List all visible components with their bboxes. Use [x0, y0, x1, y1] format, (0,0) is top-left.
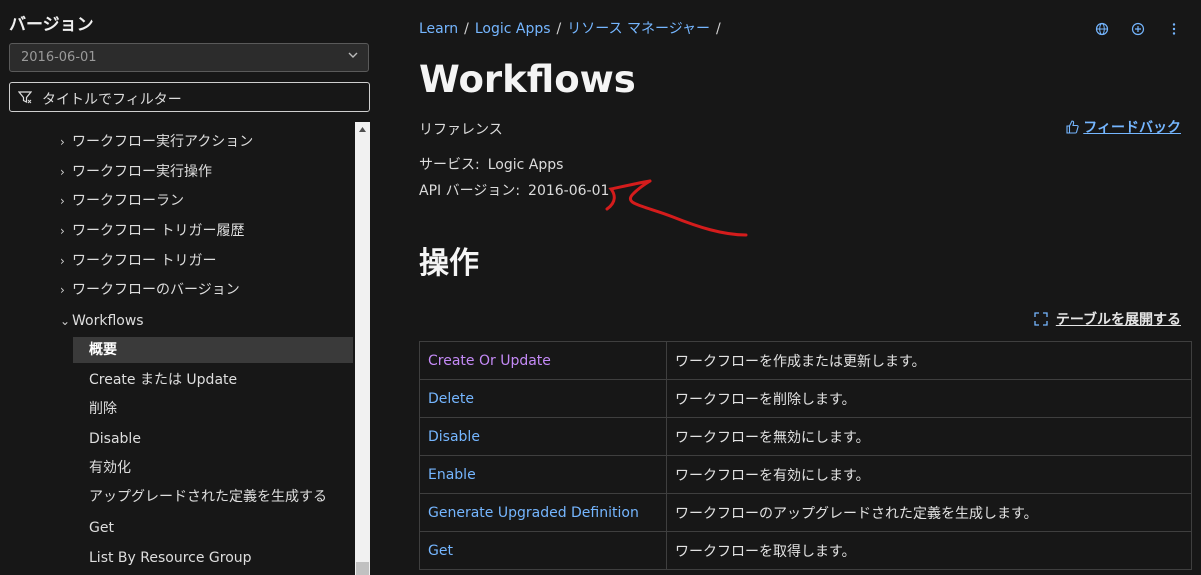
red-annotation-arrow — [605, 179, 748, 237]
chevron-right-icon: › — [60, 135, 65, 149]
toc-scrollbar[interactable] — [355, 122, 370, 575]
service-info: サービス: Logic Apps — [419, 154, 563, 174]
sidebar: バージョン 2016-06-01 タイトルでフィルター › ワークフロー実行アクシ… — [0, 0, 381, 575]
chevron-right-icon: › — [60, 254, 65, 268]
globe-icon[interactable] — [1094, 21, 1110, 37]
operation-description: ワークフローを取得します。 — [666, 531, 1192, 570]
table-row: Create Or Update ワークフローを作成または更新します。 — [419, 341, 1192, 380]
toc-item-overview[interactable]: 概要 — [73, 337, 353, 363]
operation-description: ワークフローのアップグレードされた定義を生成します。 — [666, 493, 1192, 532]
toc-item-create-or-update[interactable]: Create または Update — [89, 367, 237, 393]
breadcrumb: Learn / Logic Apps / リソース マネージャー / — [419, 21, 721, 37]
more-options-icon[interactable] — [1166, 21, 1182, 37]
toc-item-workflow-versions[interactable]: › ワークフローのバージョン — [60, 277, 240, 303]
expand-icon — [1034, 312, 1048, 326]
toc-item-workflow-trigger-histories[interactable]: › ワークフロー トリガー履歴 — [60, 218, 244, 244]
version-value: 2016-06-01 — [21, 50, 97, 65]
table-of-contents: › ワークフロー実行アクション › ワークフロー実行操作 › ワークフローラン › ワー… — [0, 122, 355, 575]
toc-item-list-by-resource-group[interactable]: List By Resource Group — [89, 545, 252, 571]
page-title: Workflows — [419, 58, 636, 101]
toc-item-workflow-runs[interactable]: › ワークフローラン — [60, 188, 184, 214]
service-label: サービス: — [419, 157, 480, 173]
page-actions — [1079, 18, 1182, 37]
operation-link[interactable]: Create Or Update — [428, 353, 551, 369]
toc-item-workflow-run-actions[interactable]: › ワークフロー実行アクション — [60, 129, 253, 155]
feedback-link[interactable]: フィードバック — [1066, 117, 1181, 137]
operation-link[interactable]: Get — [428, 543, 453, 559]
table-row: Delete ワークフローを削除します。 — [419, 379, 1192, 418]
breadcrumb-resource-manager[interactable]: リソース マネージャー — [567, 21, 710, 37]
operations-table: Create Or Update ワークフローを作成または更新します。 Dele… — [419, 341, 1192, 570]
api-version-value: 2016-06-01 — [528, 183, 610, 199]
expand-table-button[interactable]: テーブルを展開する — [1034, 309, 1181, 329]
chevron-right-icon: › — [60, 194, 65, 208]
toc-item-workflows[interactable]: ⌄ Workflows — [60, 308, 144, 334]
table-row: Get ワークフローを取得します。 — [419, 531, 1192, 570]
toc-item-generate-upgraded-definition[interactable]: アップグレードされた定義を生成する — [89, 484, 327, 510]
breadcrumb-logic-apps[interactable]: Logic Apps — [475, 21, 551, 37]
toc-item-disable[interactable]: Disable — [89, 426, 141, 452]
chevron-right-icon: › — [60, 283, 65, 297]
scroll-thumb[interactable] — [356, 562, 369, 575]
toc-item-workflow-run-operations[interactable]: › ワークフロー実行操作 — [60, 159, 212, 185]
chevron-right-icon: › — [60, 224, 65, 238]
chevron-down-icon — [348, 52, 358, 58]
table-row: Enable ワークフローを有効にします。 — [419, 455, 1192, 494]
api-version-info: API バージョン: 2016-06-01 — [419, 180, 609, 200]
breadcrumb-learn[interactable]: Learn — [419, 21, 458, 37]
toc-item-delete[interactable]: 削除 — [89, 396, 117, 422]
operation-link[interactable]: Enable — [428, 467, 476, 483]
operation-link[interactable]: Disable — [428, 429, 480, 445]
version-heading: バージョン — [9, 15, 94, 35]
add-circle-icon[interactable] — [1130, 21, 1146, 37]
operations-heading: 操作 — [419, 246, 479, 281]
thumbs-up-icon — [1066, 120, 1079, 134]
operation-description: ワークフローを無効にします。 — [666, 417, 1192, 456]
operation-link[interactable]: Delete — [428, 391, 474, 407]
operation-description: ワークフローを作成または更新します。 — [666, 341, 1192, 380]
reference-label: リファレンス — [419, 122, 503, 138]
filter-icon — [18, 91, 32, 104]
table-row: Disable ワークフローを無効にします。 — [419, 417, 1192, 456]
operation-description: ワークフローを削除します。 — [666, 379, 1192, 418]
service-value: Logic Apps — [487, 157, 564, 173]
filter-placeholder: タイトルでフィルター — [42, 92, 182, 108]
version-dropdown[interactable]: 2016-06-01 — [9, 43, 369, 72]
api-version-label: API バージョン: — [419, 183, 521, 199]
chevron-right-icon: › — [60, 165, 65, 179]
table-row: Generate Upgraded Definition ワークフローのアップグ… — [419, 493, 1192, 532]
scroll-up-arrow-icon[interactable] — [355, 122, 370, 137]
main-content: Learn / Logic Apps / リソース マネージャー / Workflows … — [419, 0, 1201, 575]
toc-item-workflow-triggers[interactable]: › ワークフロー トリガー — [60, 248, 216, 274]
toc-item-enable[interactable]: 有効化 — [89, 455, 131, 481]
operation-description: ワークフローを有効にします。 — [666, 455, 1192, 494]
toc-item-get[interactable]: Get — [89, 515, 114, 541]
title-filter-input[interactable]: タイトルでフィルター — [9, 82, 370, 112]
chevron-down-icon: ⌄ — [60, 314, 71, 328]
operation-link[interactable]: Generate Upgraded Definition — [428, 505, 639, 521]
